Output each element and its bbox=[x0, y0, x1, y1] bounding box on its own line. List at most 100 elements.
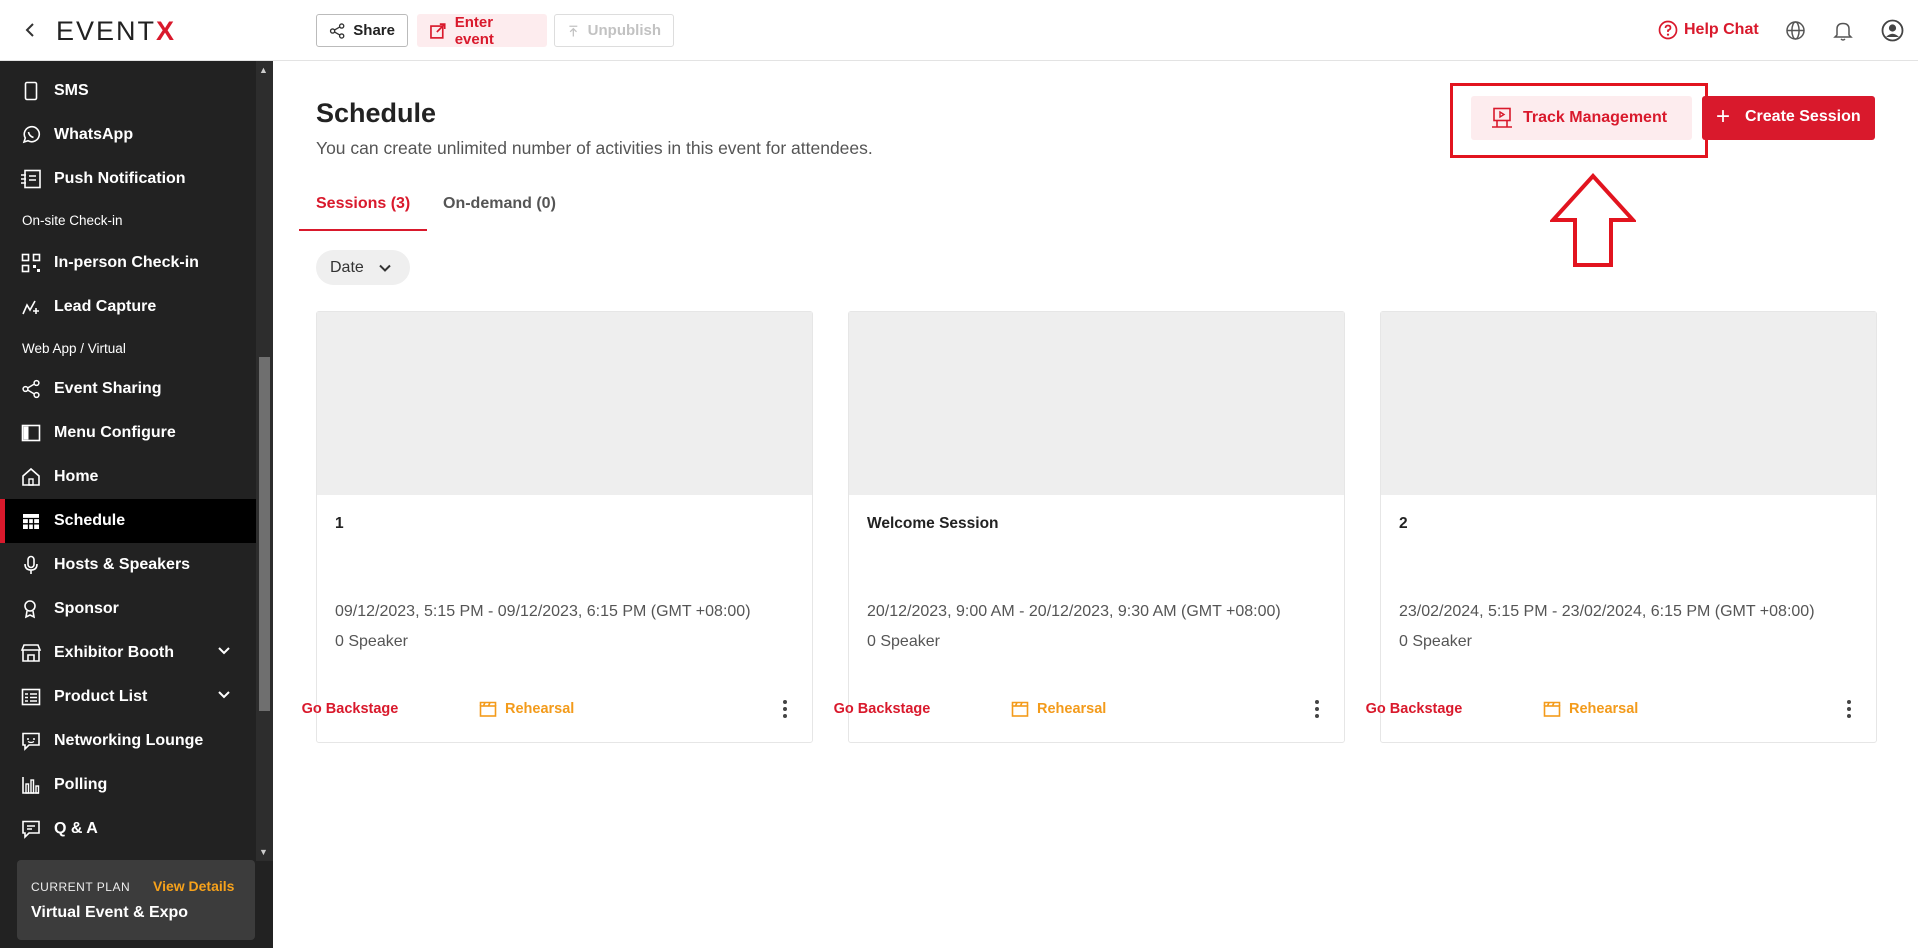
active-tab-underline bbox=[299, 229, 427, 231]
sidebar-item-in-person-check-in[interactable]: In-person Check-in bbox=[0, 241, 256, 285]
rehearsal-button[interactable]: Rehearsal bbox=[1543, 698, 1638, 720]
sidebar-item-label: Exhibitor Booth bbox=[54, 644, 174, 661]
sidebar-item-sponsor[interactable]: Sponsor bbox=[0, 587, 256, 631]
sidebar-item-whatsapp[interactable]: WhatsApp bbox=[0, 113, 256, 157]
back-icon[interactable] bbox=[18, 18, 42, 42]
sidebar-item-label: Hosts & Speakers bbox=[54, 556, 191, 573]
go-backstage-button[interactable]: Go Backstage bbox=[834, 698, 931, 720]
go-backstage-label: Go Backstage bbox=[833, 701, 931, 717]
qa-icon bbox=[20, 818, 42, 840]
share-icon bbox=[329, 22, 345, 39]
tab-on-demand[interactable]: On-demand (0) bbox=[443, 195, 556, 213]
sidebar-item-exhibitor-booth[interactable]: Exhibitor Booth bbox=[0, 631, 256, 675]
speaker-count: 0 Speaker bbox=[335, 633, 408, 650]
lead-capture-icon bbox=[20, 296, 42, 318]
sidebar-item-label: Lead Capture bbox=[54, 298, 157, 315]
sidebar-item-schedule[interactable]: Schedule bbox=[0, 499, 256, 543]
rehearsal-label: Rehearsal bbox=[505, 701, 575, 717]
help-chat-button[interactable]: Help Chat bbox=[1658, 18, 1759, 42]
session-name: Welcome Session bbox=[867, 515, 999, 532]
rehearsal-button[interactable]: Rehearsal bbox=[479, 698, 574, 720]
sidebar-item-label: WhatsApp bbox=[54, 126, 134, 143]
upload-icon bbox=[569, 25, 578, 37]
tab-sessions[interactable]: Sessions (3) bbox=[316, 195, 410, 213]
sidebar-item-product-list[interactable]: Product List bbox=[0, 675, 256, 719]
sidebar-section-webapp: Web App / Virtual bbox=[22, 341, 126, 356]
up-arrow-annotation bbox=[1550, 173, 1636, 267]
sidebar-item-label: Polling bbox=[54, 776, 108, 793]
help-icon bbox=[1658, 20, 1678, 40]
sidebar-item-home[interactable]: Home bbox=[0, 455, 256, 499]
sidebar-item-label: Product List bbox=[54, 688, 148, 705]
phone-icon bbox=[20, 80, 42, 102]
enter-event-button[interactable]: Enter event bbox=[417, 13, 547, 48]
more-options-icon[interactable] bbox=[774, 698, 796, 720]
unpublish-label: Unpublish bbox=[587, 22, 661, 39]
sidebar-scroll-thumb[interactable] bbox=[259, 357, 270, 711]
home-icon bbox=[20, 466, 42, 488]
date-sort-dropdown[interactable]: Date bbox=[316, 250, 410, 285]
sidebar-item-menu-configure[interactable]: Menu Configure bbox=[0, 411, 256, 455]
sidebar-item-push-notification[interactable]: Push Notification bbox=[0, 157, 256, 201]
session-time: 20/12/2023, 9:00 AM - 20/12/2023, 9:30 A… bbox=[867, 603, 1281, 620]
clapperboard-icon bbox=[479, 701, 497, 717]
clapperboard-icon bbox=[1543, 701, 1561, 717]
help-chat-label: Help Chat bbox=[1684, 21, 1759, 38]
sidebar-item-networking-lounge[interactable]: Networking Lounge bbox=[0, 719, 256, 763]
plan-name: Virtual Event & Expo bbox=[31, 904, 189, 921]
more-options-icon[interactable] bbox=[1306, 698, 1328, 720]
whatsapp-icon bbox=[20, 124, 42, 146]
go-backstage-button[interactable]: Go Backstage bbox=[302, 698, 399, 720]
sidebar-item-label: Schedule bbox=[54, 512, 126, 529]
share-button[interactable]: Share bbox=[316, 14, 408, 47]
go-backstage-button[interactable]: Go Backstage bbox=[1366, 698, 1463, 720]
sidebar-item-label: In-person Check-in bbox=[54, 254, 199, 271]
plus-icon: + bbox=[1716, 103, 1731, 130]
view-details-link[interactable]: View Details bbox=[153, 878, 234, 894]
sidebar-item-label: Push Notification bbox=[54, 170, 186, 187]
date-sort-label: Date bbox=[330, 258, 364, 276]
more-options-icon[interactable] bbox=[1838, 698, 1860, 720]
chat-icon bbox=[20, 730, 42, 752]
rehearsal-label: Rehearsal bbox=[1037, 701, 1107, 717]
sidebar-item-polling[interactable]: Polling bbox=[0, 763, 256, 807]
booth-icon bbox=[20, 642, 42, 664]
layout-icon bbox=[20, 422, 42, 444]
product-list-icon bbox=[20, 686, 42, 708]
session-time: 09/12/2023, 5:15 PM - 09/12/2023, 6:15 P… bbox=[335, 603, 751, 620]
session-card[interactable]: 1 09/12/2023, 5:15 PM - 09/12/2023, 6:15… bbox=[302, 311, 813, 743]
sidebar-item-label: Event Sharing bbox=[54, 380, 162, 397]
sidebar-item-lead-capture[interactable]: Lead Capture bbox=[0, 285, 256, 329]
bell-icon[interactable] bbox=[1831, 18, 1855, 42]
current-plan-label: CURRENT PLAN bbox=[31, 880, 131, 894]
sidebar-item-label: Sponsor bbox=[54, 600, 119, 617]
unpublish-button[interactable]: Unpublish bbox=[554, 14, 674, 47]
session-cover-image bbox=[849, 312, 1344, 495]
scroll-down-icon[interactable]: ▼ bbox=[259, 847, 268, 857]
sidebar-item-hosts-speakers[interactable]: Hosts & Speakers bbox=[0, 543, 256, 587]
chevron-down-icon bbox=[379, 264, 391, 272]
chevron-down-icon[interactable] bbox=[216, 687, 232, 708]
user-avatar-icon[interactable] bbox=[1880, 18, 1904, 42]
go-backstage-label: Go Backstage bbox=[301, 701, 399, 717]
rehearsal-button[interactable]: Rehearsal bbox=[1011, 698, 1106, 720]
external-link-icon bbox=[430, 22, 446, 39]
sidebar-item-sms[interactable]: SMS bbox=[0, 69, 256, 113]
chevron-down-icon[interactable] bbox=[216, 643, 232, 664]
eventx-logo[interactable]: EVENTX bbox=[56, 16, 176, 47]
top-bar: EVENTX Share Enter event Unpublish Help … bbox=[0, 0, 1918, 61]
clapperboard-icon bbox=[1011, 701, 1029, 717]
sidebar-item-event-sharing[interactable]: Event Sharing bbox=[0, 367, 256, 411]
sidebar-item-label: Menu Configure bbox=[54, 424, 176, 441]
enter-event-label: Enter event bbox=[454, 13, 494, 48]
session-card[interactable]: Welcome Session 20/12/2023, 9:00 AM - 20… bbox=[834, 311, 1345, 743]
sidebar-item-label: SMS bbox=[54, 82, 89, 99]
schedule-icon bbox=[20, 510, 42, 532]
create-session-button[interactable]: + Create Session bbox=[1702, 96, 1875, 140]
sidebar-item-qa[interactable]: Q & A bbox=[0, 807, 256, 851]
session-card[interactable]: 2 23/02/2024, 5:15 PM - 23/02/2024, 6:15… bbox=[1366, 311, 1877, 743]
page-subtitle: You can create unlimited number of activ… bbox=[316, 138, 873, 158]
scroll-up-icon[interactable]: ▲ bbox=[259, 65, 268, 75]
globe-icon[interactable] bbox=[1783, 18, 1807, 42]
highlight-box bbox=[1450, 83, 1708, 158]
